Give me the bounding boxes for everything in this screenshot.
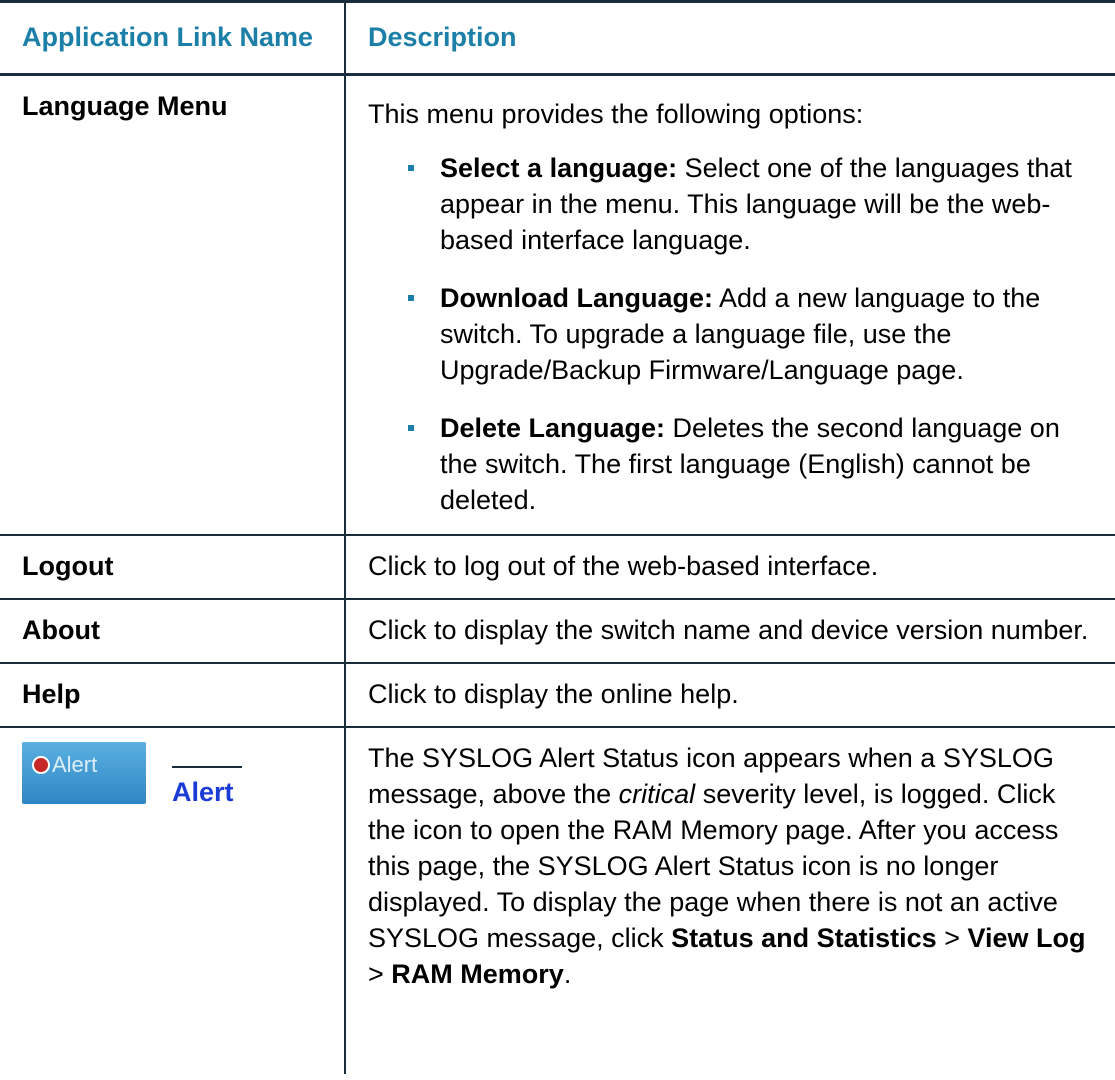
alert-path-status-statistics: Status and Statistics	[671, 923, 937, 953]
table-row-language-menu: Language Menu This menu provides the fol…	[0, 74, 1115, 536]
option-term: Download Language:	[440, 283, 713, 313]
language-options-list: Select a language: Select one of the lan…	[368, 150, 1095, 518]
table-row-about: About Click to display the switch name a…	[0, 599, 1115, 664]
bullet-marker	[408, 425, 414, 431]
row-name-logout: Logout	[0, 535, 345, 600]
row-name-about: About	[0, 599, 345, 664]
row-desc-alert: The SYSLOG Alert Status icon appears whe…	[344, 727, 1115, 1074]
row-desc-about: Click to display the switch name and dev…	[344, 599, 1115, 664]
alert-path-view-log: View Log	[967, 923, 1086, 953]
alert-link-container: Alert	[172, 766, 242, 810]
table-row-logout: Logout Click to log out of the web-based…	[0, 535, 1115, 600]
header-description: Description	[344, 0, 1115, 76]
language-menu-intro: This menu provides the following options…	[368, 99, 864, 129]
bullet-marker	[408, 165, 414, 171]
alert-path-ram-memory: RAM Memory	[391, 959, 564, 989]
alert-path-separator: >	[368, 959, 392, 989]
row-name-help: Help	[0, 663, 345, 728]
alert-link[interactable]: Alert	[172, 777, 234, 807]
list-item: Download Language: Add a new language to…	[368, 280, 1095, 388]
alert-icon-label: Alert	[52, 752, 98, 777]
header-application-link-name: Application Link Name	[0, 0, 345, 76]
row-name-language-menu: Language Menu	[0, 74, 345, 536]
row-desc-language-menu: This menu provides the following options…	[344, 74, 1115, 536]
alert-desc-italic: critical	[618, 779, 696, 809]
list-item: Select a language: Select one of the lan…	[368, 150, 1095, 258]
table-row-alert: Alert Alert The SYSLOG Alert Status icon…	[0, 727, 1115, 1074]
option-term: Delete Language:	[440, 413, 666, 443]
alert-status-icon[interactable]: Alert	[22, 742, 146, 804]
row-name-alert: Alert Alert	[0, 727, 345, 1074]
alert-path-separator: >	[936, 923, 968, 953]
table-row-help: Help Click to display the online help.	[0, 663, 1115, 728]
row-desc-logout: Click to log out of the web-based interf…	[344, 535, 1115, 600]
option-term: Select a language:	[440, 153, 678, 183]
list-item: Delete Language: Deletes the second lang…	[368, 410, 1095, 518]
table-header-row: Application Link Name Description	[0, 0, 1115, 76]
alert-badge-icon	[32, 756, 50, 774]
alert-desc-end: .	[563, 959, 572, 989]
application-links-table: Application Link Name Description Langua…	[0, 0, 1115, 1074]
bullet-marker	[408, 295, 414, 301]
row-desc-help: Click to display the online help.	[344, 663, 1115, 728]
